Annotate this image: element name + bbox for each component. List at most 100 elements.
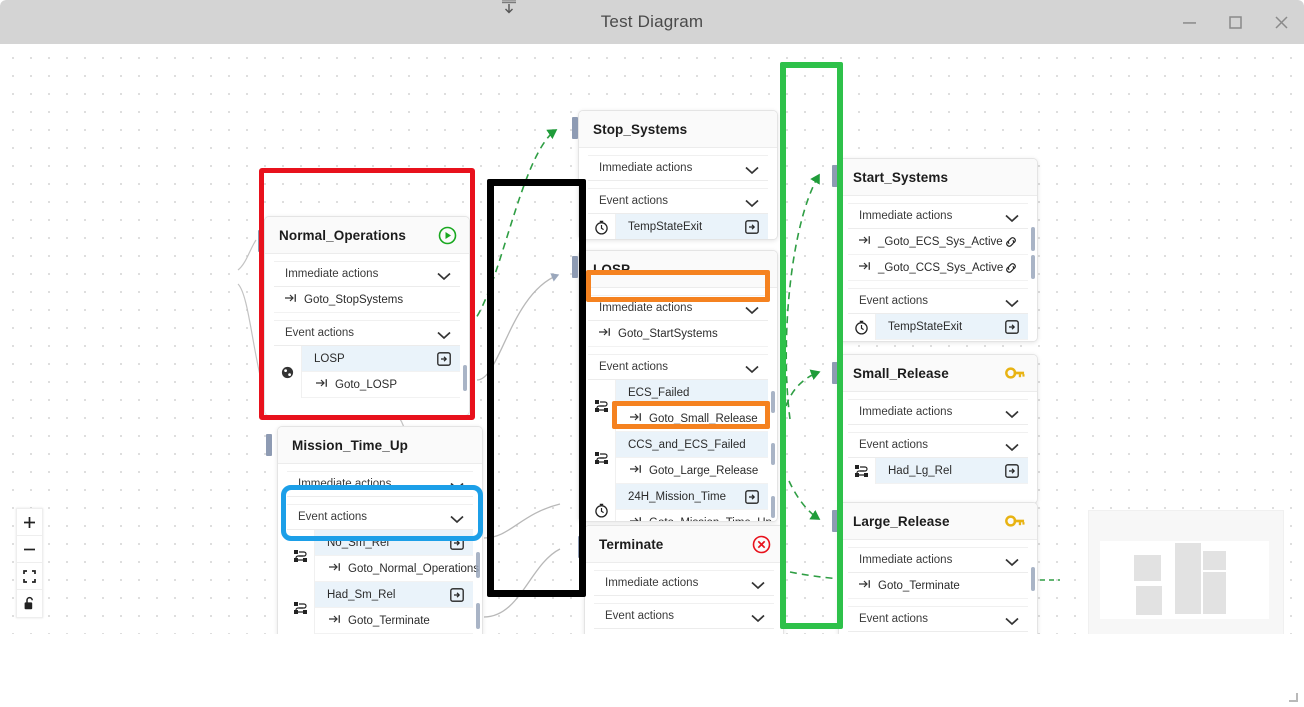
exit-icon[interactable] [744,489,760,505]
node-scroll-indicator[interactable] [1031,227,1035,251]
handle-terminate-target[interactable] [578,536,584,558]
node-header[interactable]: Normal_Operations [265,217,469,254]
chevron-down-icon[interactable] [1005,212,1019,222]
exit-icon[interactable] [449,535,465,551]
exit-icon[interactable] [1004,463,1020,479]
node-header[interactable]: Stop_Systems [579,111,777,148]
node-scroll-indicator[interactable] [1031,567,1035,591]
zoom-out-button[interactable] [17,536,42,563]
chevron-down-icon[interactable] [1005,297,1019,307]
fit-view-button[interactable] [17,563,42,590]
event-row[interactable]: LOSP [302,346,460,372]
node-header[interactable]: LOSP [579,251,777,288]
node-large-release[interactable]: Large_Release Immediate actions Goto_Ter [838,502,1038,634]
exit-icon[interactable] [449,587,465,603]
chevron-down-icon[interactable] [751,612,765,622]
handle-mission-time-up-target[interactable] [266,434,272,456]
node-scroll-indicator[interactable] [476,552,480,578]
section-event-actions[interactable]: Event actions [287,504,473,530]
event-action-row[interactable]: Goto_LOSP [302,372,460,398]
chevron-down-icon[interactable] [437,329,451,339]
section-event-actions[interactable]: Event actions [848,606,1028,632]
chevron-down-icon[interactable] [450,513,464,523]
cancel-circle-icon[interactable] [751,534,771,554]
handle-large-release-target[interactable] [832,510,838,532]
event-row[interactable]: Had_Lg_Rel [876,458,1028,484]
maximize-icon[interactable] [1212,0,1258,44]
event-action-row[interactable]: Goto_Terminate [315,608,473,634]
node-header[interactable]: Mission_Time_Up [278,427,482,464]
section-immediate-actions[interactable]: Immediate actions [287,471,473,497]
key-icon[interactable] [1005,511,1025,531]
section-event-actions[interactable]: Event actions [588,188,768,214]
minimap-viewport[interactable] [1100,541,1269,619]
event-row[interactable]: ECS_Failed [616,380,768,406]
event-action-row[interactable]: Goto_Mission_Time_Up [616,510,772,521]
event-row[interactable]: CCS_and_ECS_Failed [616,432,768,458]
link-icon[interactable] [1003,260,1019,276]
node-stop-systems[interactable]: Stop_Systems Immediate actions Event act… [578,110,778,240]
exit-icon[interactable] [744,219,760,235]
chevron-down-icon[interactable] [745,197,759,207]
node-scroll-indicator[interactable] [771,391,775,413]
node-header[interactable]: Large_Release [839,503,1037,540]
handle-stop-systems-target[interactable] [572,117,578,139]
node-small-release[interactable]: Small_Release Immediate actions Event ac… [838,354,1038,504]
node-start-systems[interactable]: Start_Systems Immediate actions _Goto_EC… [838,158,1038,342]
node-header[interactable]: Small_Release [839,355,1037,392]
event-row[interactable]: No_Sm_Rel [315,530,473,556]
node-header[interactable]: Terminate [585,526,783,563]
chevron-down-icon[interactable] [745,164,759,174]
immediate-action-row[interactable]: _Goto_CCS_Sys_Active [848,255,1028,281]
handle-small-release-target[interactable] [832,362,838,384]
play-circle-icon[interactable] [437,225,457,245]
immediate-action-row[interactable]: Goto_StopSystems [274,287,460,313]
minimap[interactable] [1088,510,1284,634]
key-icon[interactable] [1005,363,1025,383]
section-event-actions[interactable]: Event actions [588,354,768,380]
node-normal-operations[interactable]: Normal_Operations Immediate actions Goto [264,216,470,416]
section-immediate-actions[interactable]: Immediate actions [274,261,460,287]
section-immediate-actions[interactable]: Immediate actions [588,155,768,181]
chevron-down-icon[interactable] [745,363,759,373]
chevron-down-icon[interactable] [450,480,464,490]
exit-icon[interactable] [436,351,452,367]
handle-losp-target[interactable] [572,256,578,278]
event-row[interactable]: 24H_Mission_Time [616,484,768,510]
section-immediate-actions[interactable]: Immediate actions [848,399,1028,425]
section-event-actions[interactable]: Event actions [848,288,1028,314]
section-immediate-actions[interactable]: Immediate actions [848,203,1028,229]
handle-normal-operations-target[interactable] [258,230,264,252]
unlock-icon[interactable] [17,590,42,617]
node-terminate[interactable]: Terminate Immediate actions Event action… [584,525,784,634]
section-event-actions[interactable]: Event actions [274,320,460,346]
section-event-actions[interactable]: Event actions [848,432,1028,458]
event-action-row[interactable]: Goto_Large_Release [616,458,768,484]
chevron-down-icon[interactable] [751,579,765,589]
event-action-row[interactable]: Goto_Normal_Operations [315,556,479,582]
immediate-action-row[interactable]: Goto_StartSystems [588,321,768,347]
flow-canvas[interactable]: Normal_Operations Immediate actions Goto [0,44,1304,634]
zoom-in-button[interactable] [17,509,42,536]
close-icon[interactable] [1258,0,1304,44]
node-scroll-indicator[interactable] [476,603,480,629]
canvas-controls[interactable] [16,508,43,618]
chevron-down-icon[interactable] [1005,556,1019,566]
node-mission-time-up[interactable]: Mission_Time_Up Immediate actions Event … [277,426,483,634]
node-scroll-indicator[interactable] [771,496,775,518]
node-header[interactable]: Start_Systems [839,159,1037,196]
section-immediate-actions[interactable]: Immediate actions [594,570,774,596]
node-scroll-indicator[interactable] [1031,255,1035,279]
chevron-down-icon[interactable] [1005,408,1019,418]
immediate-action-row[interactable]: Goto_Terminate [848,573,1028,599]
chevron-down-icon[interactable] [1005,441,1019,451]
event-row[interactable]: Had_Sm_Rel [315,582,473,608]
chevron-down-icon[interactable] [437,270,451,280]
exit-icon[interactable] [1004,319,1020,335]
section-event-actions[interactable]: Event actions [594,603,774,629]
node-losp[interactable]: LOSP Immediate actions Goto_StartSystems [578,250,778,522]
chevron-down-icon[interactable] [745,304,759,314]
node-scroll-indicator[interactable] [463,365,467,391]
resize-grip[interactable] [1284,688,1298,702]
event-row[interactable]: TempStateExit [616,214,768,239]
